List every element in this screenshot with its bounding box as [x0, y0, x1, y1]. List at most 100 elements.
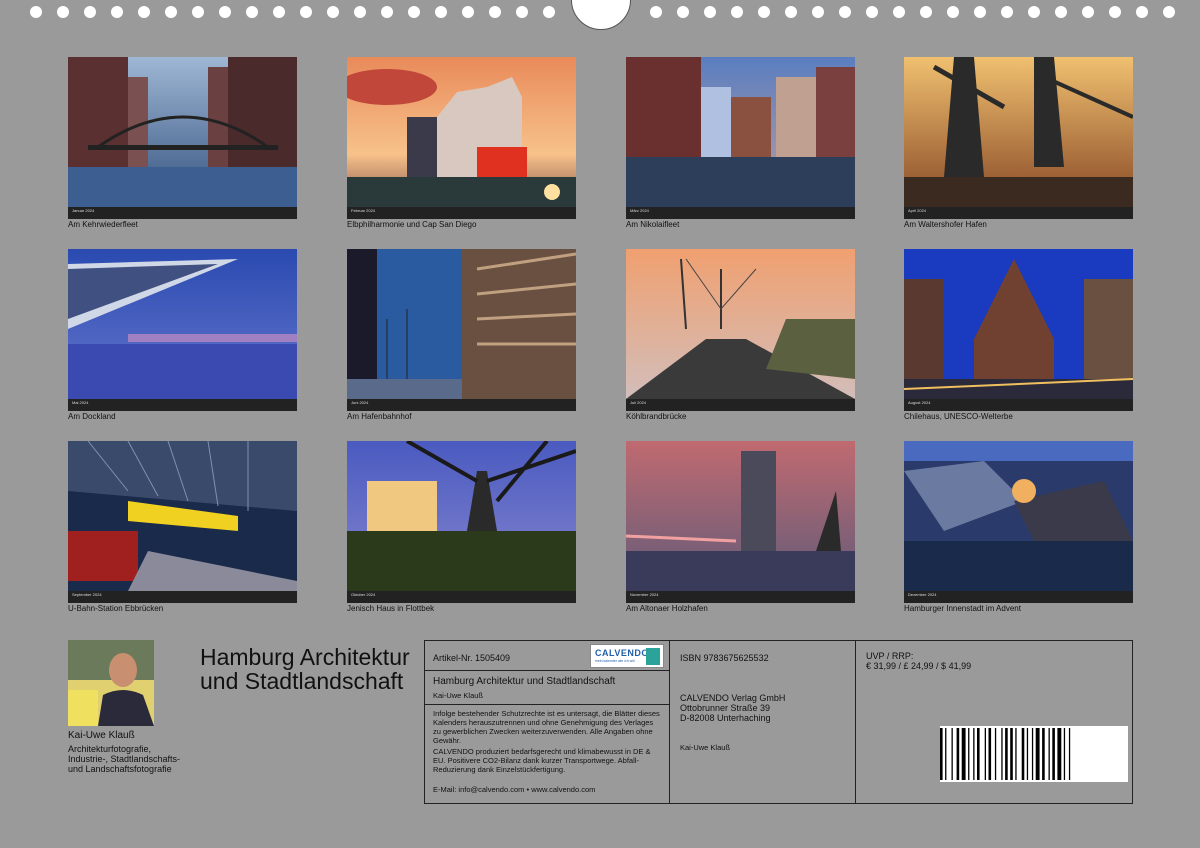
- binding-hole: [1082, 6, 1094, 18]
- binding-hole: [1001, 6, 1013, 18]
- caption-november: Am Altonaer Holzhafen: [626, 604, 708, 613]
- barcode-bar: [1001, 728, 1003, 780]
- barcode-bar: [1026, 728, 1029, 780]
- binding-hole: [57, 6, 69, 18]
- barcode-bar: [968, 728, 970, 780]
- binding-hole: [704, 6, 716, 18]
- publisher-name: CALVENDO Verlag GmbH: [680, 693, 786, 703]
- binding-hole: [893, 6, 905, 18]
- divider: [425, 704, 669, 705]
- binding-hole: [165, 6, 177, 18]
- contact-line: E-Mail: info@calvendo.com • www.calvendo…: [433, 785, 596, 794]
- publisher-street: Ottobrunner Straße 39: [680, 703, 771, 713]
- month-label-october: Oktober 2024: [351, 592, 376, 597]
- month-label-august: August 2024: [908, 400, 931, 405]
- price-label: UVP / RRP:: [866, 651, 914, 661]
- binding-hole: [516, 6, 528, 18]
- logo-text: CALVENDO: [595, 648, 649, 658]
- barcode-bar: [956, 728, 960, 780]
- binding-hole: [354, 6, 366, 18]
- binding-hole: [462, 6, 474, 18]
- logo-mark-icon: [646, 648, 660, 665]
- binding-hole: [947, 6, 959, 18]
- binding-hole: [192, 6, 204, 18]
- month-label-february: Februar 2024: [351, 208, 376, 213]
- publisher-author: Kai-Uwe Klauß: [680, 743, 731, 752]
- barcode-bar: [1052, 728, 1055, 780]
- binding-hole: [327, 6, 339, 18]
- barcode-bar: [1068, 728, 1071, 780]
- binding-hole: [812, 6, 824, 18]
- info-calendar-author: Kai-Uwe Klauß: [433, 691, 484, 700]
- binding-hole: [758, 6, 770, 18]
- barcode-bar: [1048, 728, 1050, 780]
- barcode-bar: [984, 728, 986, 780]
- caption-september: U-Bahn-Station Ebbrücken: [68, 604, 164, 613]
- barcode-bar: [1010, 728, 1013, 780]
- month-label-november: November 2024: [630, 592, 659, 597]
- barcode-bar: [961, 728, 966, 780]
- binding-hole: [1136, 6, 1148, 18]
- barcode-bar: [945, 728, 947, 780]
- thumb-october: [347, 441, 576, 603]
- barcode-bar: [1042, 728, 1045, 780]
- caption-october: Jenisch Haus in Flottbek: [347, 604, 435, 613]
- binding-hole: [785, 6, 797, 18]
- month-label-january: Januar 2024: [72, 208, 95, 213]
- binding-hole: [920, 6, 932, 18]
- price-values: € 31,99 / £ 24,99 / $ 41,99: [866, 661, 972, 671]
- month-label-april: April 2024: [908, 208, 927, 213]
- binding-hole: [273, 6, 285, 18]
- binding-hole: [30, 6, 42, 18]
- binding-hole: [650, 6, 662, 18]
- thumb-june: [347, 249, 576, 411]
- binding-hole: [543, 6, 555, 18]
- publisher-city: D-82008 Unterhaching: [680, 713, 771, 723]
- barcode: [940, 726, 1128, 782]
- barcode-bar: [994, 728, 997, 780]
- month-label-may: Mai 2024: [72, 400, 89, 405]
- binding-hole: [839, 6, 851, 18]
- caption-may: Am Dockland: [68, 412, 116, 421]
- binding-hole: [84, 6, 96, 18]
- thumb-february: [347, 57, 576, 219]
- calvendo-logo: CALVENDO mein kalender wie ich will: [590, 644, 664, 668]
- barcode-bar: [988, 728, 992, 780]
- barcode-bar: [1063, 728, 1066, 780]
- binding-hole: [1109, 6, 1121, 18]
- caption-march: Am Nikolaifleet: [626, 220, 680, 229]
- binding-hole: [677, 6, 689, 18]
- author-name: Kai-Uwe Klauß: [68, 730, 135, 741]
- author-photo: [68, 640, 154, 726]
- month-label-june: Juni 2024: [351, 400, 369, 405]
- info-box-publisher: ISBN 9783675625532 CALVENDO Verlag GmbH …: [669, 640, 856, 804]
- month-label-july: Juli 2024: [630, 400, 647, 405]
- month-label-december: Dezember 2024: [908, 592, 937, 597]
- article-number: Artikel-Nr. 1505409: [433, 653, 511, 663]
- thumb-april: [904, 57, 1133, 219]
- barcode-bar: [977, 728, 980, 780]
- caption-june: Am Hafenbahnhof: [347, 412, 412, 421]
- binding-hole: [489, 6, 501, 18]
- barcode-bar: [1005, 728, 1008, 780]
- barcode-bar: [940, 728, 943, 780]
- thumb-january: [68, 57, 297, 219]
- binding-hole: [219, 6, 231, 18]
- legal-text-rights: Infolge bestehender Schutzrechte ist es …: [433, 709, 660, 745]
- info-calendar-title: Hamburg Architektur und Stadtlandschaft: [433, 676, 616, 687]
- caption-december: Hamburger Innenstadt im Advent: [904, 604, 1021, 613]
- binding-hole: [138, 6, 150, 18]
- month-label-september: September 2024: [72, 592, 102, 597]
- binding-hole: [381, 6, 393, 18]
- logo-subtext: mein kalender wie ich will: [595, 659, 635, 663]
- isbn: ISBN 9783675625532: [680, 653, 769, 663]
- binding-hole: [731, 6, 743, 18]
- binding-hole: [435, 6, 447, 18]
- month-label-march: März 2024: [630, 208, 649, 213]
- caption-february: Elbphilharmonie und Cap San Diego: [347, 220, 477, 229]
- binding-hole: [111, 6, 123, 18]
- calendar-title: Hamburg Architektur und Stadtlandschaft: [200, 644, 410, 694]
- caption-july: Köhlbrandbrücke: [626, 412, 687, 421]
- thumb-march: [626, 57, 855, 219]
- barcode-bar: [1031, 728, 1034, 780]
